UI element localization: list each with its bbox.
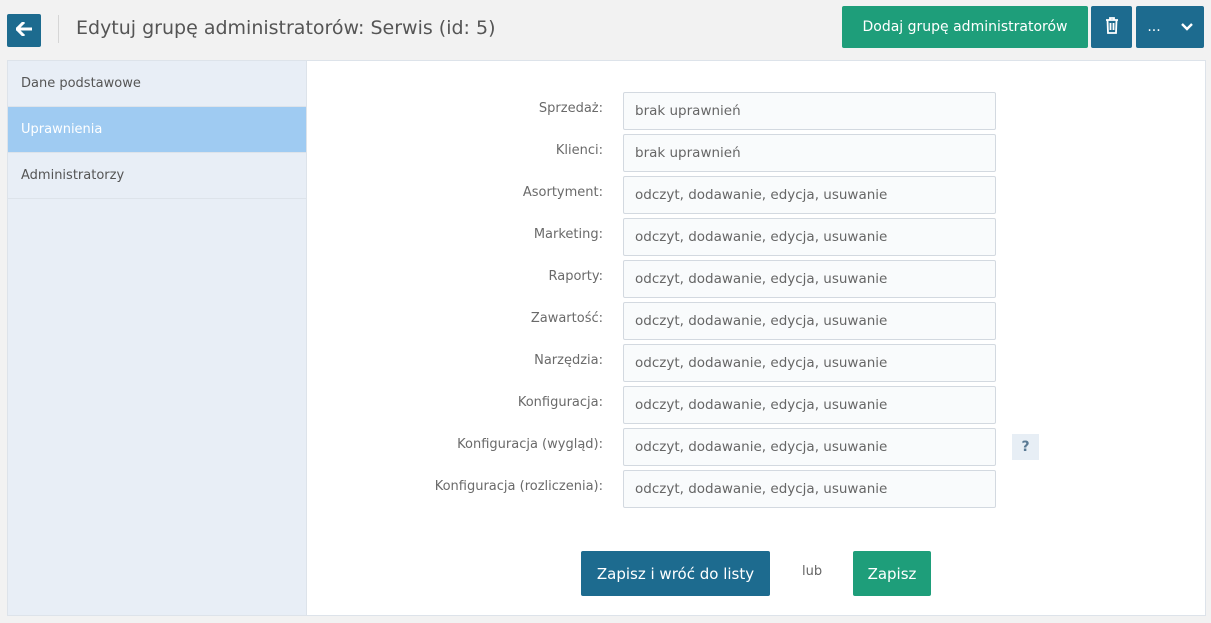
permission-label: Raporty: xyxy=(548,269,604,284)
permission-select[interactable]: odczyt, dodawanie, edycja, usuwanie xyxy=(623,302,996,340)
title-divider xyxy=(58,15,59,43)
or-label: lub xyxy=(802,564,823,579)
more-label: ... xyxy=(1147,19,1161,35)
permission-row: Marketing: odczyt, dodawanie, edycja, us… xyxy=(307,218,1206,256)
permission-row: Konfiguracja (rozliczenia): odczyt, doda… xyxy=(307,470,1206,508)
sidebar: Dane podstawowe Uprawnienia Administrato… xyxy=(7,60,307,616)
permission-select[interactable]: brak uprawnień xyxy=(623,134,996,172)
trash-icon xyxy=(1105,16,1119,38)
help-icon[interactable]: ? xyxy=(1012,434,1039,460)
permission-row: Zawartość: odczyt, dodawanie, edycja, us… xyxy=(307,302,1206,340)
chevron-down-icon xyxy=(1180,19,1193,35)
sidebar-item-permissions[interactable]: Uprawnienia xyxy=(8,107,306,153)
save-button[interactable]: Zapisz xyxy=(853,551,931,596)
permission-label: Zawartość: xyxy=(530,311,603,326)
permission-label: Sprzedaż: xyxy=(538,101,603,116)
save-and-back-button[interactable]: Zapisz i wróć do listy xyxy=(581,551,770,596)
permission-select[interactable]: odczyt, dodawanie, edycja, usuwanie xyxy=(623,386,996,424)
permission-select[interactable]: odczyt, dodawanie, edycja, usuwanie xyxy=(623,176,996,214)
permission-label: Marketing: xyxy=(533,227,603,242)
page-header: Edytuj grupę administratorów: Serwis (id… xyxy=(0,0,1211,58)
permission-select[interactable]: odczyt, dodawanie, edycja, usuwanie xyxy=(623,344,996,382)
permission-row: Konfiguracja (wygląd): odczyt, dodawanie… xyxy=(307,428,1206,466)
permission-label: Klienci: xyxy=(555,143,603,158)
permission-row: Konfiguracja: odczyt, dodawanie, edycja,… xyxy=(307,386,1206,424)
permission-row: Narzędzia: odczyt, dodawanie, edycja, us… xyxy=(307,344,1206,382)
permission-select[interactable]: odczyt, dodawanie, edycja, usuwanie xyxy=(623,428,996,466)
permissions-panel: Sprzedaż: brak uprawnień Klienci: brak u… xyxy=(307,60,1206,616)
permission-row: Sprzedaż: brak uprawnień xyxy=(307,92,1206,130)
permission-label: Narzędzia: xyxy=(534,353,603,368)
permission-select[interactable]: brak uprawnień xyxy=(623,92,996,130)
permission-row: Raporty: odczyt, dodawanie, edycja, usuw… xyxy=(307,260,1206,298)
permission-row: Asortyment: odczyt, dodawanie, edycja, u… xyxy=(307,176,1206,214)
permission-label: Asortyment: xyxy=(522,185,603,200)
permission-select[interactable]: odczyt, dodawanie, edycja, usuwanie xyxy=(623,260,996,298)
permission-label: Konfiguracja: xyxy=(517,395,603,410)
permission-label: Konfiguracja (wygląd): xyxy=(457,437,603,452)
sidebar-item-administrators[interactable]: Administratorzy xyxy=(8,153,306,199)
permission-label: Konfiguracja (rozliczenia): xyxy=(434,479,603,494)
arrow-left-icon xyxy=(14,20,33,40)
delete-button[interactable] xyxy=(1091,6,1132,48)
back-button[interactable] xyxy=(7,14,41,47)
permission-select[interactable]: odczyt, dodawanie, edycja, usuwanie xyxy=(623,218,996,256)
permission-row: Klienci: brak uprawnień xyxy=(307,134,1206,172)
more-actions-button[interactable]: ... xyxy=(1136,6,1204,48)
page-title: Edytuj grupę administratorów: Serwis (id… xyxy=(76,17,496,39)
add-admin-group-button[interactable]: Dodaj grupę administratorów xyxy=(842,6,1088,48)
sidebar-item-basic-data[interactable]: Dane podstawowe xyxy=(8,61,306,107)
permission-select[interactable]: odczyt, dodawanie, edycja, usuwanie xyxy=(623,470,996,508)
